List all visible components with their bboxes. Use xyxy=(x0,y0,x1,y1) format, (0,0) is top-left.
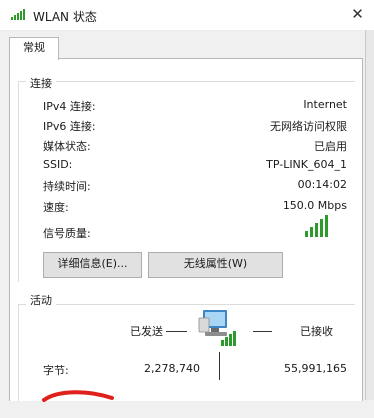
received-line xyxy=(253,331,272,332)
signal-bars-icon xyxy=(305,215,328,237)
activity-heading: 活动 xyxy=(26,292,56,308)
connection-heading: 连接 xyxy=(26,75,56,91)
close-button[interactable]: ✕ xyxy=(341,0,374,30)
close-icon: ✕ xyxy=(351,5,364,23)
ssid-label: SSID: xyxy=(43,158,73,171)
received-label: 已接收 xyxy=(300,325,333,338)
speed-value: 150.0 Mbps xyxy=(282,199,347,212)
wifi-signal-icon xyxy=(11,9,25,20)
wireless-properties-button[interactable]: 无线属性(W) xyxy=(148,252,283,278)
red-annotation-mark xyxy=(42,390,114,402)
network-computer-icon xyxy=(198,310,236,346)
details-button[interactable]: 详细信息(E)... xyxy=(43,252,142,278)
ipv6-value: 无网络访问权限 xyxy=(270,120,347,133)
activity-group xyxy=(18,304,355,401)
media-state-label: 媒体状态: xyxy=(43,140,91,153)
media-state-value: 已启用 xyxy=(314,140,347,153)
title-bar: WLAN 状态 ✕ xyxy=(0,0,374,31)
sent-label: 已发送 xyxy=(130,325,163,338)
signal-quality-label: 信号质量: xyxy=(43,227,91,240)
window-title: WLAN 状态 xyxy=(33,10,97,24)
ipv4-value: Internet xyxy=(303,98,347,111)
bytes-sent-value: 2,278,740 xyxy=(144,362,200,375)
speed-label: 速度: xyxy=(43,201,69,214)
bytes-received-value: 55,991,165 xyxy=(284,362,347,375)
ipv6-label: IPv6 连接: xyxy=(43,120,96,133)
duration-label: 持续时间: xyxy=(43,180,91,193)
bytes-divider xyxy=(219,352,220,380)
bytes-label: 字节: xyxy=(43,364,69,377)
ipv4-label: IPv4 连接: xyxy=(43,100,96,113)
duration-value: 00:14:02 xyxy=(297,178,347,191)
background-window-edge xyxy=(365,30,374,400)
sent-line xyxy=(166,331,187,332)
tab-general[interactable]: 常规 xyxy=(9,37,59,60)
ssid-value: TP-LINK_604_1 xyxy=(266,158,347,171)
